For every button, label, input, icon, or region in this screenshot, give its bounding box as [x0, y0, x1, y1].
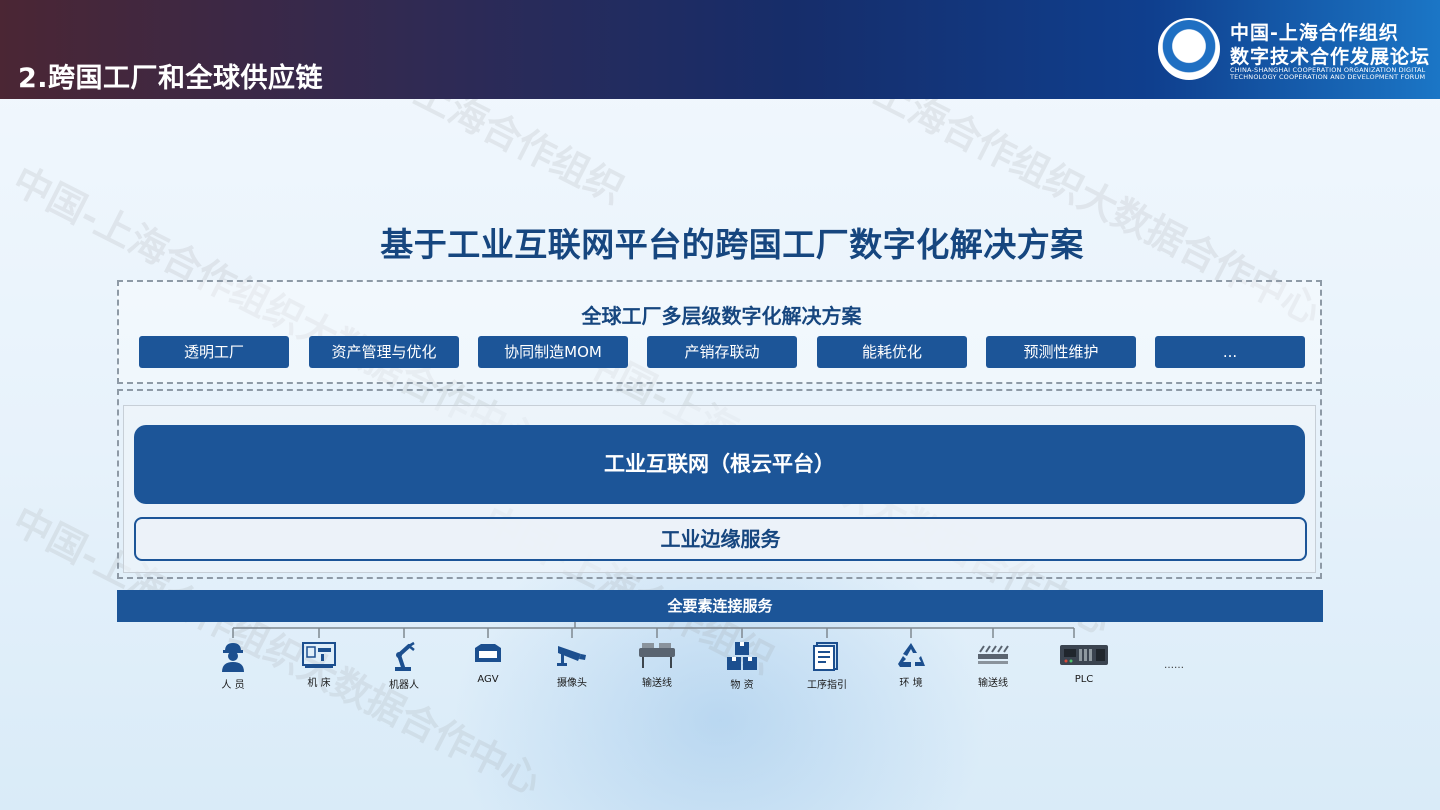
- agv-icon: [475, 644, 501, 662]
- device-label: 物 资: [730, 680, 754, 691]
- solution-chip-transparent-factory[interactable]: 透明工厂: [139, 336, 289, 368]
- document-icon: [813, 642, 838, 671]
- device-label: 工序指引: [807, 680, 847, 691]
- header-bar: 2.跨国工厂和全球供应链 BDC 中国-上海合作组织 数字技术合作发展论坛 CH…: [0, 0, 1440, 99]
- device-label: 环 境: [899, 678, 923, 689]
- device-label: 机 床: [307, 678, 331, 689]
- worker-icon: [222, 643, 244, 672]
- solution-chip-predictive-maintenance[interactable]: 预测性维护: [986, 336, 1136, 368]
- device-label: 输送线: [978, 678, 1008, 689]
- conveyor-belt-icon: [978, 645, 1009, 664]
- device-plc[interactable]: PLC: [1039, 640, 1129, 685]
- solution-chip-more[interactable]: ...: [1155, 336, 1305, 368]
- device-worker[interactable]: 人 员: [188, 640, 278, 691]
- solution-chip-asset-management[interactable]: 资产管理与优化: [309, 336, 459, 368]
- camera-icon: [557, 646, 586, 666]
- device-environment[interactable]: 环 境: [866, 640, 956, 689]
- device-label: 摄像头: [557, 678, 587, 689]
- full-element-connection-bar[interactable]: 全要素连接服务: [117, 590, 1323, 622]
- device-label: AGV: [477, 674, 499, 685]
- robot-arm-icon: [395, 641, 415, 671]
- industrial-edge-service[interactable]: 工业边缘服务: [134, 517, 1307, 561]
- solutions-box: 全球工厂多层级数字化解决方案 透明工厂 资产管理与优化 协同制造MOM 产销存联…: [117, 280, 1322, 384]
- solutions-title: 全球工厂多层级数字化解决方案: [581, 304, 862, 328]
- device-agv[interactable]: AGV: [443, 640, 533, 685]
- forum-logo-badge: BDC: [1158, 18, 1220, 80]
- device-label: 机器人: [389, 680, 419, 691]
- device-label: 人 员: [221, 680, 245, 691]
- logo-english-line2: TECHNOLOGY COOPERATION AND DEVELOPMENT F…: [1230, 73, 1426, 81]
- device-materials[interactable]: 物 资: [697, 640, 787, 691]
- device-conveyor[interactable]: 输送线: [612, 640, 702, 689]
- conveyor-icon: [639, 643, 675, 668]
- solution-chip-energy-optimization[interactable]: 能耗优化: [817, 336, 967, 368]
- main-title: 基于工业互联网平台的跨国工厂数字化解决方案: [380, 225, 1084, 264]
- boxes-icon: [727, 642, 757, 670]
- device-label: PLC: [1074, 674, 1094, 685]
- device-robot[interactable]: 机器人: [359, 640, 449, 691]
- logo-title-line1: 中国-上海合作组织: [1230, 22, 1399, 44]
- machine-tool-icon: [302, 642, 336, 668]
- plc-icon: [1060, 645, 1108, 665]
- industrial-internet-platform[interactable]: 工业互联网（根云平台）: [134, 425, 1305, 504]
- device-conveyor-belt[interactable]: 输送线: [948, 640, 1038, 689]
- logo-title-line2: 数字技术合作发展论坛: [1230, 46, 1431, 68]
- recycle-icon: [898, 643, 925, 667]
- device-camera[interactable]: 摄像头: [527, 640, 617, 689]
- device-machine-tool[interactable]: 机 床: [274, 640, 364, 689]
- device-label: 输送线: [642, 678, 672, 689]
- solution-chip-collaborative-mom[interactable]: 协同制造MOM: [478, 336, 628, 368]
- solution-chip-production-sales-inventory[interactable]: 产销存联动: [647, 336, 797, 368]
- device-process-guide[interactable]: 工序指引: [782, 640, 872, 691]
- more-devices-ellipsis: ……: [1164, 660, 1184, 671]
- section-title: 2.跨国工厂和全球供应链: [18, 63, 324, 94]
- logo-badge-text: BDC: [1176, 42, 1202, 55]
